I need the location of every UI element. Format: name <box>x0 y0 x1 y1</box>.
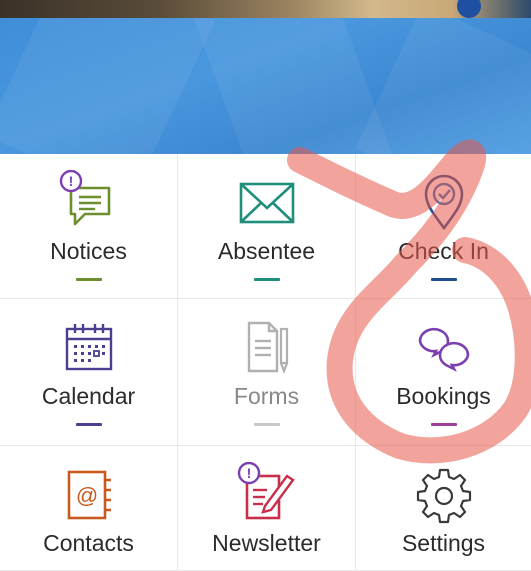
menu-label: Calendar <box>41 383 136 409</box>
menu-item-settings[interactable]: Settings <box>356 446 531 571</box>
menu-item-contacts[interactable]: @ Contacts <box>0 446 178 571</box>
underline <box>253 423 280 426</box>
forms-icon <box>247 321 288 375</box>
header-photo <box>0 0 531 18</box>
chat-bubbles-icon <box>418 327 469 372</box>
menu-item-check-in[interactable]: Check In <box>356 154 531 299</box>
menu-label: Forms <box>233 383 300 409</box>
underline <box>75 278 102 281</box>
underline <box>430 278 457 281</box>
svg-text:!: ! <box>246 465 251 481</box>
menu-item-notices[interactable]: ! Notices <box>0 154 178 299</box>
menu-item-forms[interactable]: Forms <box>178 299 356 446</box>
underline <box>253 278 280 281</box>
envelope-icon <box>239 182 294 224</box>
underline <box>430 423 457 426</box>
underline <box>75 423 102 426</box>
menu-item-bookings[interactable]: Bookings <box>356 299 531 446</box>
header-banner <box>0 18 531 154</box>
svg-text:@: @ <box>75 483 97 508</box>
svg-text:!: ! <box>68 173 73 189</box>
location-pin-check-icon <box>424 174 463 231</box>
address-book-icon: @ <box>67 470 111 520</box>
menu-label: Contacts <box>43 530 134 556</box>
menu-item-absentee[interactable]: Absentee <box>178 154 356 299</box>
menu-label: Notices <box>50 238 127 264</box>
menu-grid: ! Notices Absentee Check In Calendar For… <box>0 154 531 571</box>
newsletter-icon: ! <box>237 462 295 520</box>
notices-icon: ! <box>59 170 110 226</box>
gear-icon <box>416 468 471 524</box>
menu-label: Newsletter <box>212 530 321 556</box>
menu-item-newsletter[interactable]: ! Newsletter <box>178 446 356 571</box>
calendar-icon <box>65 324 112 371</box>
menu-label: Bookings <box>396 383 491 409</box>
menu-label: Absentee <box>217 238 316 264</box>
menu-label: Check In <box>398 238 489 264</box>
menu-item-calendar[interactable]: Calendar <box>0 299 178 446</box>
menu-label: Settings <box>401 530 486 556</box>
